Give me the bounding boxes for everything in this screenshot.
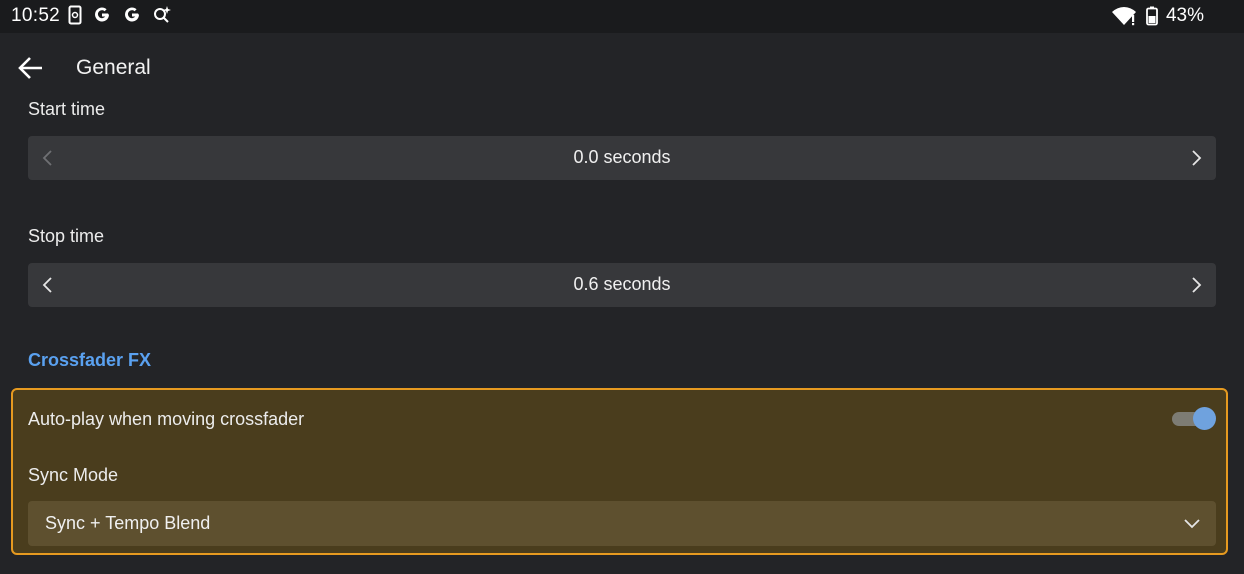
auto-play-toggle[interactable]: [1172, 407, 1216, 431]
google-icon: [95, 7, 109, 22]
sync-mode-dropdown[interactable]: Sync + Tempo Blend: [28, 501, 1216, 546]
chevron-right-icon[interactable]: [1186, 275, 1206, 295]
battery-percent: 43%: [1165, 5, 1204, 26]
status-bar: 10:52 43%: [0, 0, 1244, 33]
chevron-right-icon[interactable]: [1186, 148, 1206, 168]
app-bar: General: [0, 33, 1244, 101]
sync-mode-value: Sync + Tempo Blend: [45, 513, 211, 533]
start-time-stepper: 0.0 seconds: [28, 136, 1216, 180]
status-icons-right: 43%: [1110, 5, 1204, 27]
sync-mode-label: Sync Mode: [28, 465, 119, 485]
battery-icon: [1146, 6, 1158, 26]
stop-time-label: Stop time: [28, 226, 105, 246]
stop-time-value: 0.6 seconds: [573, 274, 671, 294]
google-icon: [125, 7, 139, 22]
status-icons-left: [68, 5, 172, 25]
start-time-value: 0.0 seconds: [573, 147, 671, 167]
page-title: General: [76, 56, 151, 79]
wifi-icon: [1111, 7, 1136, 26]
screenshot-icon: [68, 5, 82, 25]
crossfader-fx-header: Crossfader FX: [28, 350, 152, 370]
chevron-down-icon: [1184, 519, 1200, 529]
back-arrow-icon[interactable]: [16, 53, 46, 83]
status-time: 10:52: [11, 5, 61, 26]
stop-time-stepper: 0.6 seconds: [28, 263, 1216, 307]
start-time-label: Start time: [28, 99, 106, 119]
auto-play-label: Auto-play when moving crossfader: [28, 409, 305, 429]
search-sparkle-icon: [154, 6, 171, 23]
toggle-thumb: [1193, 407, 1216, 430]
